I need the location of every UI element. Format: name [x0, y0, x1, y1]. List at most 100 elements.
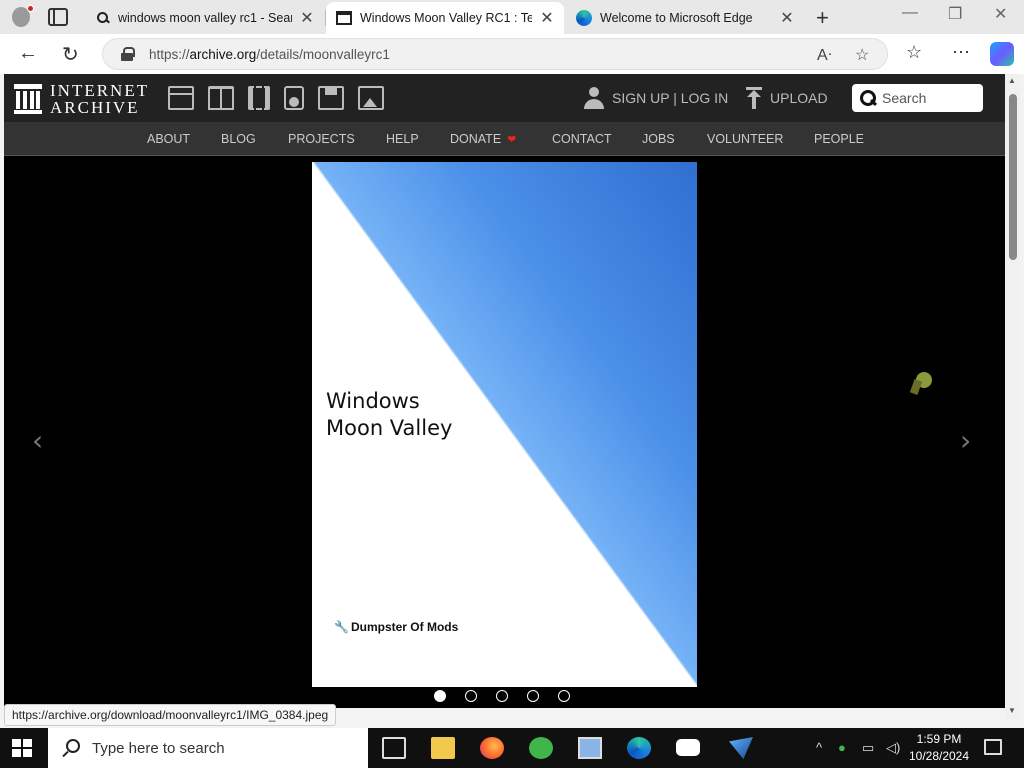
lock-icon[interactable] [121, 47, 135, 61]
nav-about[interactable]: ABOUT [147, 132, 190, 146]
nav-jobs[interactable]: JOBS [642, 132, 675, 146]
clock-date: 10/28/2024 [908, 749, 970, 763]
upload-button[interactable]: UPLOAD [746, 87, 828, 109]
scroll-up-icon[interactable]: ▲ [1008, 76, 1016, 85]
browser-toolbar: ← ↻ https://archive.org/details/moonvall… [0, 34, 1024, 74]
nav-donate[interactable]: DONATE ❤ [450, 132, 516, 146]
task-view-icon[interactable] [382, 737, 406, 759]
favorite-star-icon[interactable]: ☆ [855, 45, 869, 65]
upload-label: UPLOAD [770, 90, 828, 106]
page-dot[interactable] [434, 690, 446, 702]
tab-title: Windows Moon Valley RC1 : Techa [360, 11, 532, 25]
page-dot[interactable] [496, 690, 508, 702]
heart-icon: ❤ [507, 134, 517, 146]
page-dot[interactable] [527, 690, 539, 702]
tab-actions-icon[interactable] [48, 8, 68, 26]
nav-people[interactable]: PEOPLE [814, 132, 864, 146]
user-icon [584, 87, 604, 109]
ia-logo[interactable]: INTERNET ARCHIVE [14, 82, 149, 116]
logo-line2: ARCHIVE [50, 98, 140, 117]
status-bar-url: https://archive.org/download/moonvalleyr… [4, 704, 337, 726]
edge-icon[interactable] [627, 737, 651, 759]
browser-tab-strip: windows moon valley rc1 - Search ✕ Windo… [0, 0, 1024, 34]
youtube-icon[interactable] [676, 739, 700, 756]
url-text[interactable]: https://archive.org/details/moonvalleyrc… [149, 47, 390, 62]
search-icon[interactable] [860, 90, 876, 106]
refresh-button[interactable]: ↻ [62, 42, 79, 67]
tab-search[interactable]: windows moon valley rc1 - Search ✕ [86, 2, 324, 34]
tab-title: Welcome to Microsoft Edge [600, 11, 753, 25]
file-explorer-icon[interactable] [431, 737, 455, 759]
tab-edge-welcome[interactable]: Welcome to Microsoft Edge ✕ [566, 2, 804, 34]
archive-temple-icon [14, 84, 42, 114]
network-icon[interactable]: ▭ [862, 740, 874, 756]
ia-search-input[interactable] [882, 90, 974, 106]
taskbar-search-placeholder: Type here to search [92, 739, 225, 757]
favorites-icon[interactable]: ☆ [906, 42, 922, 63]
search-icon [62, 739, 80, 757]
taskbar-clock[interactable]: 1:59 PM 10/28/2024 [905, 731, 973, 765]
media-type-icons [168, 86, 384, 110]
read-aloud-icon[interactable]: Aᐧ [817, 45, 832, 65]
search-icon [96, 11, 110, 25]
restore-button[interactable]: ❐ [948, 4, 962, 24]
ia-nav-bar: ABOUT BLOG PROJECTS HELP DONATE ❤ CONTACT… [4, 122, 1005, 156]
profile-avatar-icon[interactable] [8, 5, 34, 29]
next-arrow-icon[interactable]: › [960, 424, 971, 457]
window-close-button[interactable]: ✕ [994, 4, 1007, 24]
clock-time: 1:59 PM [916, 732, 962, 746]
web-icon[interactable] [168, 86, 194, 110]
close-tab-icon[interactable]: ✕ [300, 8, 314, 28]
minimize-button[interactable]: — [902, 4, 918, 22]
edge-icon [576, 10, 592, 26]
cover-image[interactable]: Windows Moon Valley 🔧 Dumpster Of Mods [312, 162, 697, 687]
show-hidden-icons-icon[interactable]: ^ [816, 740, 822, 755]
address-bar[interactable]: https://archive.org/details/moonvalleyrc… [102, 38, 888, 70]
more-menu-icon[interactable]: ⋯ [952, 42, 970, 63]
close-tab-icon[interactable]: ✕ [540, 8, 554, 28]
scroll-down-icon[interactable]: ▼ [1008, 706, 1016, 715]
cover-title: Windows Moon Valley [326, 389, 453, 440]
page-content: INTERNET ARCHIVE SIGN UP | LOG IN UPLOAD… [4, 74, 1005, 708]
custom-cursor-icon [912, 370, 934, 396]
new-tab-button[interactable]: + [816, 5, 829, 31]
nav-volunteer[interactable]: VOLUNTEER [707, 132, 783, 146]
windows-taskbar: Type here to search ^ ● ▭ ◁) 1:59 PM 10/… [0, 728, 1024, 768]
page-scrollbar[interactable]: ▲ ▼ [1005, 74, 1020, 719]
volume-icon[interactable]: ◁) [886, 740, 900, 756]
taskbar-search[interactable]: Type here to search [48, 728, 368, 768]
audio-icon[interactable] [284, 86, 304, 110]
virtual-machine-icon[interactable] [578, 737, 602, 759]
close-tab-icon[interactable]: ✕ [780, 8, 794, 28]
copilot-icon[interactable] [990, 42, 1014, 66]
back-button[interactable]: ← [18, 42, 38, 65]
ia-search-box[interactable] [852, 84, 983, 112]
cover-credit: 🔧 Dumpster Of Mods [334, 620, 459, 634]
software-icon[interactable] [318, 86, 344, 110]
page-dot[interactable] [465, 690, 477, 702]
prev-arrow-icon[interactable]: ‹ [32, 424, 43, 457]
nav-help[interactable]: HELP [386, 132, 419, 146]
nav-blog[interactable]: BLOG [221, 132, 256, 146]
tab-title: windows moon valley rc1 - Search [118, 11, 292, 25]
auth-label[interactable]: SIGN UP | LOG IN [612, 90, 728, 106]
firefox-icon[interactable] [480, 737, 504, 759]
nav-contact[interactable]: CONTACT [552, 132, 612, 146]
windows-start-icon[interactable] [12, 739, 32, 757]
ia-header: INTERNET ARCHIVE SIGN UP | LOG IN UPLOAD [4, 74, 1005, 122]
tab-internet-archive[interactable]: Windows Moon Valley RC1 : Techa ✕ [326, 2, 564, 34]
upload-icon [746, 87, 762, 109]
notification-center-icon[interactable] [984, 739, 1002, 755]
user-tray-icon[interactable]: ● [838, 740, 846, 755]
internet-archive-icon [336, 11, 352, 25]
pinned-app-icon[interactable] [729, 737, 753, 759]
people-app-icon[interactable] [529, 737, 553, 759]
logo-line1: INTERNET [50, 81, 150, 100]
scroll-thumb[interactable] [1009, 94, 1017, 260]
video-icon[interactable] [248, 86, 270, 110]
images-icon[interactable] [358, 86, 384, 110]
auth-link[interactable]: SIGN UP | LOG IN [584, 87, 728, 109]
page-dot[interactable] [558, 690, 570, 702]
texts-icon[interactable] [208, 86, 234, 110]
nav-projects[interactable]: PROJECTS [288, 132, 355, 146]
